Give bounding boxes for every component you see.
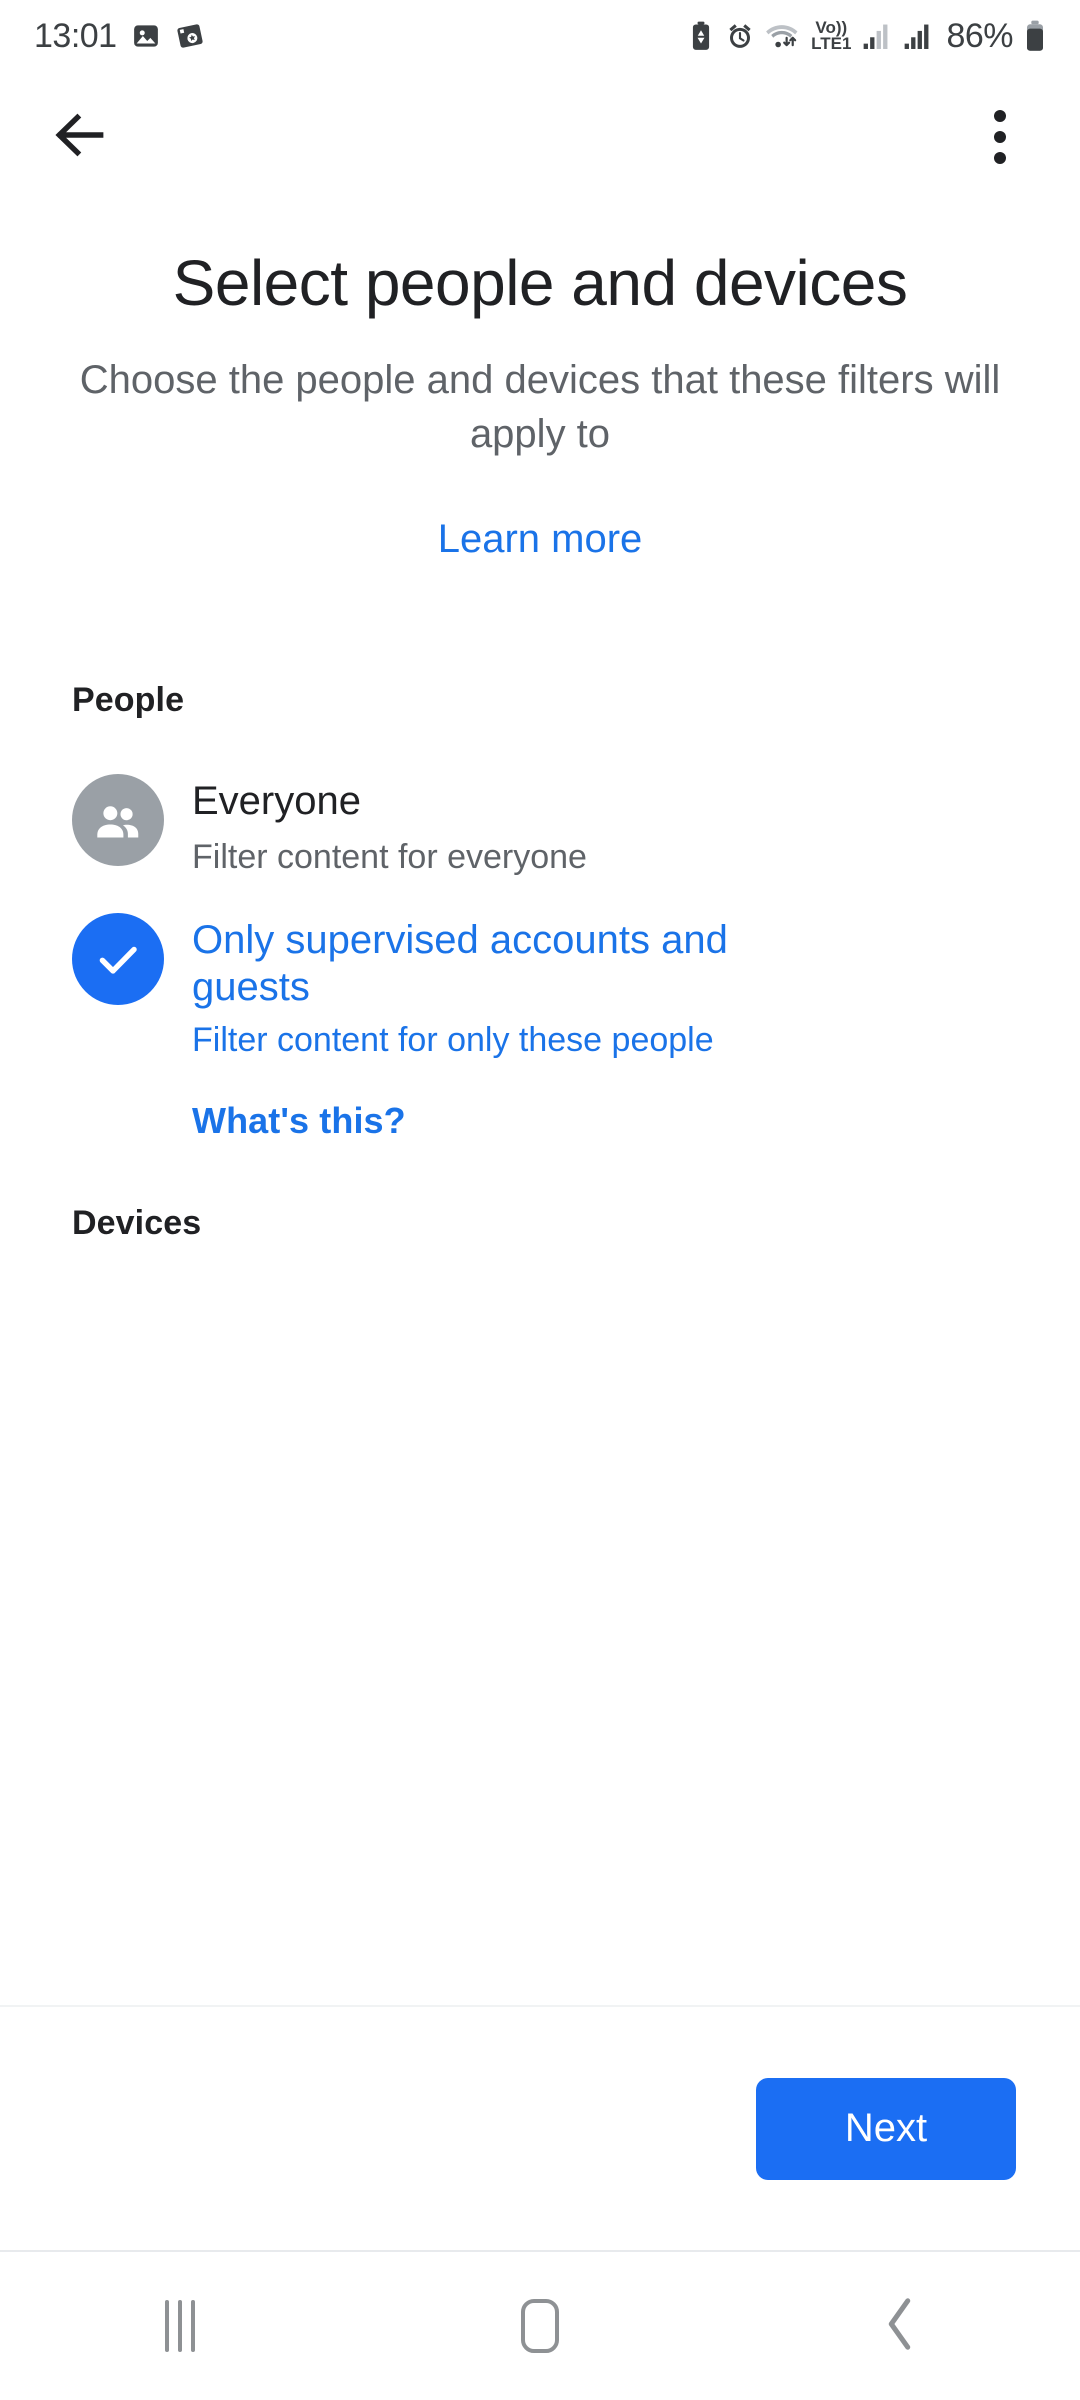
devices-section-heading: Devices — [72, 1203, 202, 1242]
status-bar-clock: 13:01 — [34, 17, 117, 55]
whats-this-link[interactable]: What's this? — [0, 1100, 1080, 1142]
back-arrow-icon — [49, 104, 111, 171]
home-icon — [521, 2299, 559, 2353]
nav-back-button[interactable] — [810, 2271, 990, 2381]
back-icon — [880, 2295, 920, 2358]
option-supervised-title: Only supervised accounts and guests — [192, 918, 728, 1010]
battery-percent-label: 86% — [946, 16, 1013, 55]
option-everyone[interactable]: Everyone Filter content for everyone — [0, 720, 1080, 879]
battery-icon — [1024, 20, 1046, 52]
battery-saver-icon — [688, 21, 714, 51]
status-bar-right: Vo)) LTE1 86% — [688, 17, 1046, 56]
app-toolbar — [0, 72, 1080, 202]
action-bar: Next — [0, 2007, 1080, 2250]
option-supervised-accounts[interactable]: Only supervised accounts and guests Filt… — [0, 879, 1080, 1062]
learn-more-link[interactable]: Learn more — [0, 515, 1080, 563]
photo-icon — [131, 21, 161, 51]
overflow-menu-icon — [994, 110, 1006, 164]
option-everyone-title: Everyone — [192, 778, 361, 823]
status-bar-left: 13:01 — [34, 19, 205, 53]
check-icon — [72, 913, 164, 1006]
nav-recents-button[interactable] — [90, 2271, 270, 2381]
option-everyone-subtitle: Filter content for everyone — [192, 838, 587, 877]
volte-icon: Vo)) LTE1 — [811, 19, 852, 53]
overflow-menu-button[interactable] — [964, 101, 1036, 173]
status-bar: 13:01 Vo)) LTE1 86% — [0, 0, 1080, 72]
system-nav-bar — [0, 2250, 1080, 2400]
option-everyone-text: Everyone Filter content for everyone — [192, 774, 587, 879]
signal-sim2-icon — [903, 22, 933, 50]
option-supervised-text: Only supervised accounts and guests Filt… — [192, 913, 832, 1062]
group-people-icon — [72, 773, 164, 866]
nav-home-button[interactable] — [450, 2271, 630, 2381]
signal-sim1-icon — [862, 22, 892, 50]
option-supervised-subtitle: Filter content for only these people — [192, 1020, 714, 1059]
page-title: Select people and devices — [172, 247, 908, 319]
wifi-icon — [766, 21, 800, 51]
scroll-content[interactable]: Select people and devices Choose the peo… — [0, 202, 1080, 2005]
page-subtitle: Choose the people and devices that these… — [79, 357, 1001, 456]
people-section-heading: People — [72, 680, 185, 719]
screenshot-capture-icon — [175, 21, 205, 51]
back-button[interactable] — [44, 101, 116, 173]
next-button[interactable]: Next — [756, 2077, 1016, 2180]
recents-icon — [165, 2300, 195, 2352]
alarm-icon — [725, 21, 755, 51]
volte-label-bottom: LTE1 — [811, 34, 852, 53]
